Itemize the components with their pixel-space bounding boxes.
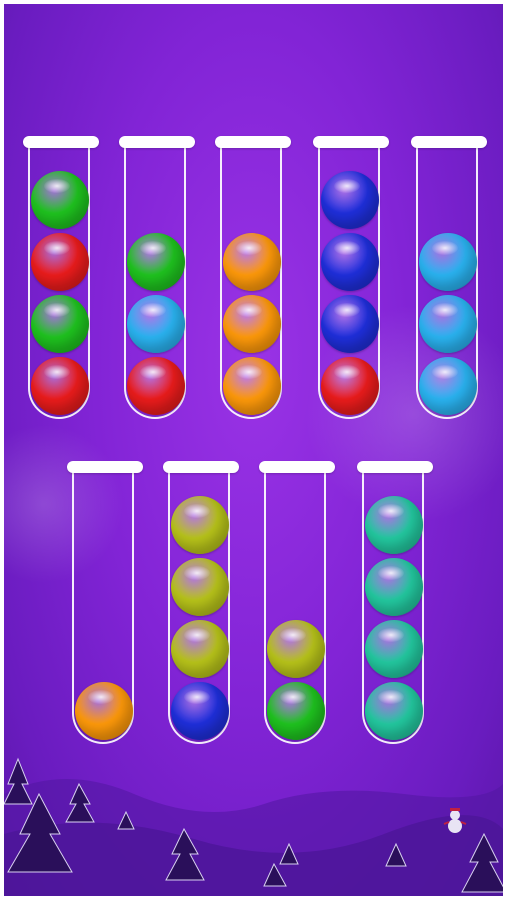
ball-orange[interactable]: [223, 357, 281, 415]
tube-lip: [163, 461, 239, 473]
ball-blue[interactable]: [321, 233, 379, 291]
tube-5[interactable]: [411, 136, 487, 419]
ball-orange[interactable]: [223, 233, 281, 291]
ball-teal[interactable]: [365, 558, 423, 616]
tube-7[interactable]: [163, 461, 239, 744]
ball-light-blue[interactable]: [419, 295, 477, 353]
ball-green[interactable]: [127, 233, 185, 291]
ball-yellow-green[interactable]: [171, 558, 229, 616]
tube-lip: [259, 461, 335, 473]
tube-lip: [119, 136, 195, 148]
tube-lip: [67, 461, 143, 473]
ball-blue[interactable]: [321, 171, 379, 229]
ball-light-blue[interactable]: [127, 295, 185, 353]
ball-orange[interactable]: [75, 682, 133, 740]
ball-teal[interactable]: [365, 620, 423, 678]
tube-lip: [23, 136, 99, 148]
ball-red[interactable]: [127, 357, 185, 415]
ball-green[interactable]: [31, 171, 89, 229]
ball-blue[interactable]: [171, 682, 229, 740]
ball-light-blue[interactable]: [419, 357, 477, 415]
snowman-icon: [443, 808, 467, 833]
ball-yellow-green[interactable]: [267, 620, 325, 678]
tube-4[interactable]: [313, 136, 389, 419]
ball-light-blue[interactable]: [419, 233, 477, 291]
snow-hills: [4, 779, 503, 896]
ball-teal[interactable]: [365, 496, 423, 554]
pine-trees: [4, 757, 503, 893]
ball-red[interactable]: [31, 357, 89, 415]
ball-orange[interactable]: [223, 295, 281, 353]
tube-lip: [313, 136, 389, 148]
ball-yellow-green[interactable]: [171, 496, 229, 554]
tube-8[interactable]: [259, 461, 335, 744]
ball-green[interactable]: [31, 295, 89, 353]
ball-red[interactable]: [31, 233, 89, 291]
ball-red[interactable]: [321, 357, 379, 415]
tube-lip: [215, 136, 291, 148]
ball-teal[interactable]: [365, 682, 423, 740]
ball-green[interactable]: [267, 682, 325, 740]
tube-6[interactable]: [67, 461, 143, 744]
tube-lip: [357, 461, 433, 473]
ball-blue[interactable]: [321, 295, 379, 353]
tube-lip: [411, 136, 487, 148]
game-board: [4, 4, 503, 896]
tube-1[interactable]: [23, 136, 99, 419]
tube-3[interactable]: [215, 136, 291, 419]
tube-2[interactable]: [119, 136, 195, 419]
tube-9[interactable]: [357, 461, 433, 744]
ball-yellow-green[interactable]: [171, 620, 229, 678]
